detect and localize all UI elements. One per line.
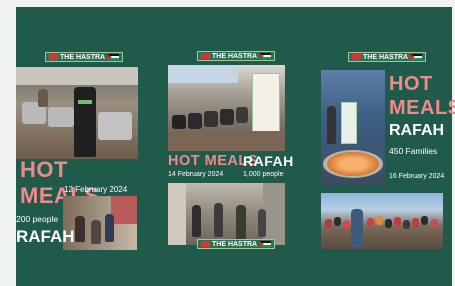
panel-1-date: 12 February 2024	[64, 185, 128, 194]
cooking-pot	[220, 109, 234, 125]
flag-icon	[259, 241, 272, 247]
food-tray	[323, 150, 383, 178]
flag-icon	[259, 53, 272, 59]
cook-figure	[38, 89, 48, 107]
worker-figure	[351, 209, 363, 247]
panel-3-logo: THE HASTRA	[348, 52, 427, 62]
cook-figure	[74, 87, 96, 157]
child-figure	[91, 220, 101, 244]
worker-figure	[258, 209, 266, 237]
crowd-person	[394, 217, 401, 226]
panel-2-date: 14 February 2024	[168, 171, 224, 178]
logo-text: THE HASTRA	[363, 53, 409, 61]
worker-figure	[214, 203, 223, 237]
worker-figure	[192, 205, 201, 237]
cooking-pot	[188, 113, 202, 129]
panel-1-location: RAFAH	[16, 227, 75, 246]
logo-mark-icon	[201, 241, 210, 247]
flag-icon	[107, 54, 120, 60]
panel-3-date: 16 February 2024	[389, 173, 445, 180]
logo-mark-icon	[49, 54, 58, 60]
panel-2-logo-bottom: THE HASTRA	[197, 239, 276, 249]
logo-mark-icon	[352, 54, 361, 60]
panel-1-logo: THE HASTRA	[45, 52, 124, 62]
crowd-person	[334, 217, 341, 226]
panel-1-people: 200 people	[16, 214, 59, 224]
flag-icon	[410, 54, 423, 60]
panel-2: THE HASTRA HOT MEALS 14 February 2024 RA…	[166, 7, 293, 257]
logo-mark-icon	[201, 53, 210, 59]
crowd-person	[385, 219, 392, 228]
logo-text: THE HASTRA	[212, 240, 258, 248]
panel-1-photo-top	[16, 67, 138, 159]
crowd-person	[431, 219, 438, 228]
social-post-board: THE HASTRA HOT MEALS 12 February 2024 20…	[16, 7, 455, 286]
panel-3-headline-line1: HOT	[389, 73, 433, 95]
panel-2-location: RAFAH	[243, 153, 294, 169]
panel-3: THE HASTRA HOT MEALS RAFAH 450 Families …	[321, 7, 455, 257]
panel-2-photo-bottom	[168, 183, 285, 245]
cooking-pot	[204, 111, 218, 127]
cooking-pot	[172, 115, 186, 129]
banner-sign	[341, 102, 357, 144]
panel-2-people: 1,000 people	[243, 171, 284, 178]
panel-1: THE HASTRA HOT MEALS 12 February 2024 20…	[16, 7, 146, 252]
cooking-pot	[48, 107, 74, 127]
worker-figure	[327, 106, 336, 144]
panel-2-photo-top	[168, 65, 285, 151]
logo-text: THE HASTRA	[212, 52, 258, 60]
logo-text: THE HASTRA	[60, 53, 106, 61]
panel-3-location: RAFAH	[389, 122, 445, 139]
crowd-person	[421, 216, 428, 225]
crowd-person	[412, 218, 419, 227]
cooking-pot	[98, 112, 132, 140]
crowd-person	[403, 220, 410, 229]
crowd-person	[325, 219, 332, 228]
panel-3-headline-line2: MEALS	[389, 97, 455, 119]
crowd-person	[343, 220, 350, 229]
panel-2-logo: THE HASTRA	[197, 51, 276, 61]
worker-figure	[236, 205, 246, 241]
panel-3-photo-bottom	[321, 193, 443, 249]
crowd-person	[376, 216, 383, 225]
child-figure	[75, 216, 85, 242]
child-figure	[105, 214, 114, 242]
cooking-pot	[236, 107, 248, 123]
panel-3-families: 450 Families	[389, 146, 438, 156]
panel-3-photo-top	[321, 70, 385, 185]
crowd-person	[367, 218, 374, 227]
